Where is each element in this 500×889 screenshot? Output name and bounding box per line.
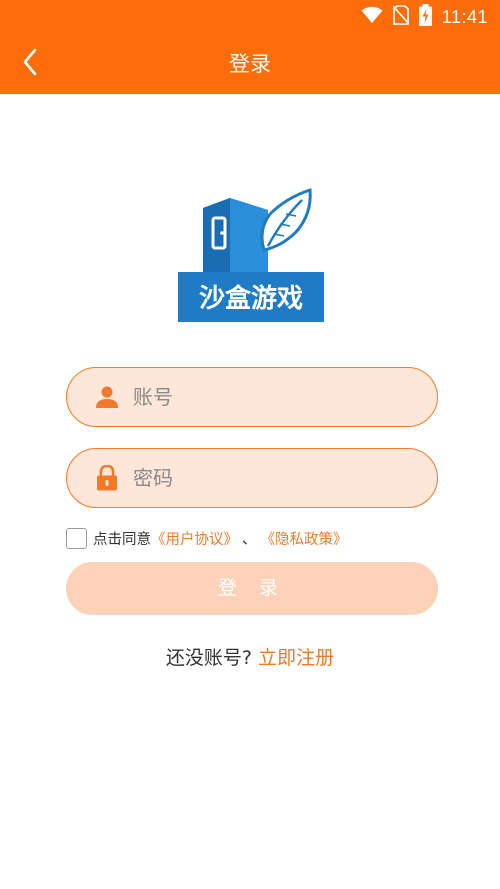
status-bar: 11:41 — [0, 0, 500, 34]
lock-icon — [95, 465, 119, 491]
no-sim-icon — [392, 5, 410, 29]
battery-charging-icon — [418, 4, 432, 30]
account-input[interactable] — [133, 368, 437, 426]
logo-text: 沙盒游戏 — [199, 283, 303, 314]
user-icon — [95, 385, 119, 409]
app-bar: 登录 — [0, 34, 500, 94]
login-button[interactable]: 登 录 — [66, 562, 438, 615]
wifi-icon — [361, 6, 383, 28]
privacy-policy-link[interactable]: 《隐私政策》 — [261, 528, 348, 549]
logo-graphic: 沙盒游戏 — [178, 187, 324, 322]
account-field[interactable] — [66, 367, 438, 427]
password-input[interactable] — [133, 449, 437, 507]
user-agreement-link[interactable]: 《用户协议》 — [151, 528, 238, 549]
register-prompt: 还没账号? — [165, 647, 253, 669]
app-logo: 沙盒游戏 — [178, 180, 324, 322]
register-link[interactable]: 立即注册 — [258, 647, 334, 669]
register-row: 还没账号? 立即注册 — [0, 643, 500, 670]
agreement-separator: 、 — [242, 531, 257, 548]
agreement-row: 点击同意 《用户协议》 、 《隐私政策》 — [66, 526, 348, 550]
status-time: 11:41 — [441, 6, 488, 27]
agreement-checkbox[interactable] — [66, 527, 87, 549]
page-title: 登录 — [229, 52, 271, 76]
password-field[interactable] — [66, 448, 438, 508]
status-icons: 11:41 — [361, 4, 488, 30]
agreement-prefix: 点击同意 — [93, 531, 151, 548]
